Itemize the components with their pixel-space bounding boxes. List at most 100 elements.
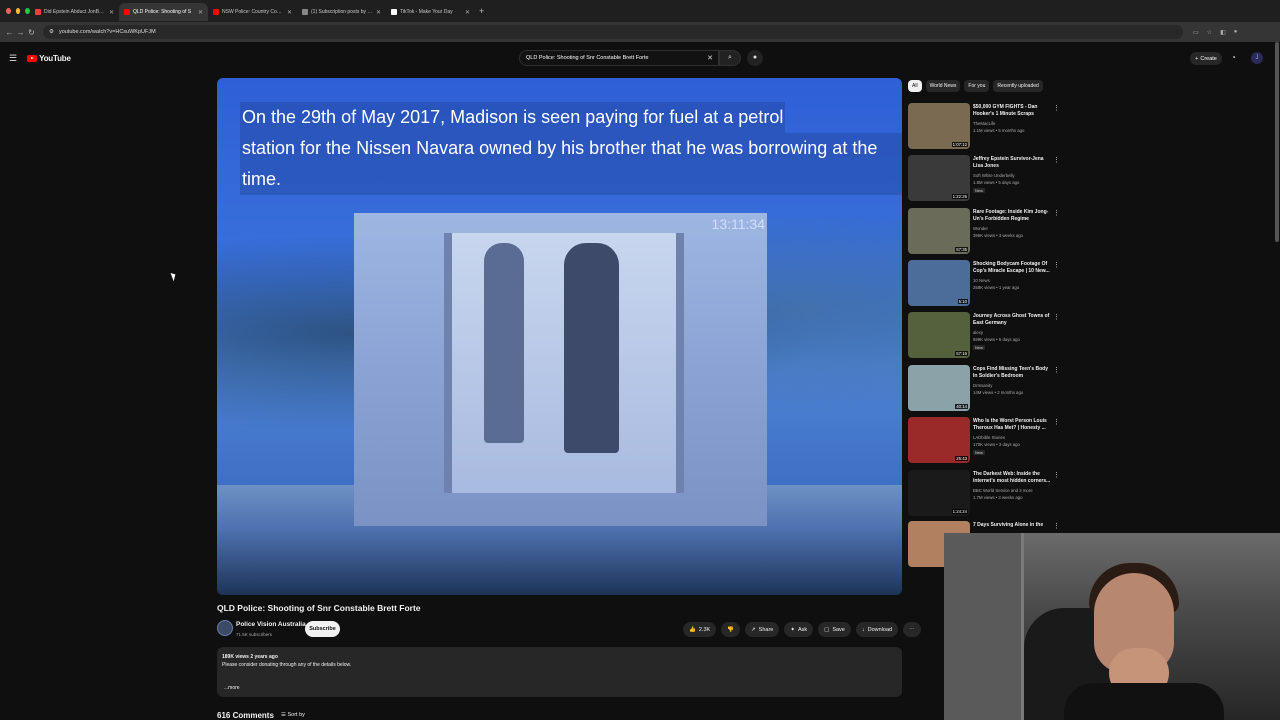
more-options-icon[interactable]: ⋮ [1053, 104, 1060, 112]
youtube-logo[interactable]: YouTube [27, 54, 71, 63]
more-options-icon[interactable]: ⋮ [1053, 366, 1060, 374]
tab-title: NSW Police: Country Cop ki [222, 9, 284, 15]
browser-tab[interactable]: (1) Subscription posts by Wr ✕ [297, 3, 386, 21]
recommendation-channel[interactable]: Wonder [973, 226, 988, 231]
recommendation-channel[interactable]: TheMacLife [973, 121, 995, 126]
tab-close-icon[interactable]: ✕ [376, 9, 381, 16]
tab-close-icon[interactable]: ✕ [287, 9, 292, 16]
more-options-icon[interactable]: ⋮ [1053, 209, 1060, 217]
tab-close-icon[interactable]: ✕ [465, 9, 470, 16]
dislike-button[interactable]: 👎 [721, 622, 741, 637]
save-button[interactable]: ▢ Save [818, 622, 851, 637]
browser-tab[interactable]: NSW Police: Country Cop ki ✕ [208, 3, 297, 21]
recommendation-title[interactable]: Journey Across Ghost Towns of East Germa… [973, 313, 1051, 327]
ask-button[interactable]: ✦ Ask [784, 622, 814, 637]
channel-avatar[interactable] [217, 620, 233, 636]
video-thumbnail[interactable]: 1:24:24 [908, 470, 970, 516]
recommendation-title[interactable]: Rare Footage: Inside Kim Jong-Un's Forbi… [973, 209, 1051, 223]
recommendation-title[interactable]: Shocking Bodycam Footage Of Cop's Miracl… [973, 261, 1051, 275]
video-thumbnail[interactable]: 57:16 [908, 312, 970, 358]
recommendation-item[interactable]: 7 Days Surviving Alone in the ⋮ [908, 521, 1060, 567]
recommendation-item[interactable]: 5:10 Shocking Bodycam Footage Of Cop's Mi… [908, 260, 1060, 308]
description-box[interactable]: 189K views 2 years ago Please consider d… [217, 647, 902, 697]
recommendation-title[interactable]: Jeffrey Epstein Survivor-Jena Lisa Jones [973, 156, 1051, 170]
search-button[interactable]: ⌕ [719, 50, 741, 66]
video-thumbnail[interactable]: 40:14 [908, 365, 970, 411]
filter-chip[interactable]: All [908, 80, 922, 92]
reload-icon[interactable]: ↻ [26, 28, 37, 37]
recommendation-item[interactable]: 40:14 Cops Find Missing Teen's Body In So… [908, 365, 1060, 413]
video-duration: 57:16 [955, 351, 968, 356]
video-thumbnail[interactable]: 57:35 [908, 208, 970, 254]
share-button[interactable]: ↗ Share [745, 622, 780, 637]
more-options-icon[interactable]: ⋮ [1053, 261, 1060, 269]
extensions-icon[interactable]: ◧ [1220, 29, 1226, 36]
video-thumbnail[interactable]: 1:07:12 [908, 103, 970, 149]
tab-close-icon[interactable]: ✕ [109, 9, 114, 16]
video-thumbnail[interactable]: 1:22:26 [908, 155, 970, 201]
browser-tab[interactable]: QLD Police: Shooting of S ✕ [119, 3, 208, 21]
youtube-play-icon [27, 54, 38, 62]
menu-icon[interactable]: ☰ [9, 53, 17, 64]
bookmark-star-icon[interactable]: ☆ [1207, 29, 1212, 36]
profile-icon[interactable]: ● [1234, 29, 1238, 36]
video-duration: 1:24:24 [951, 509, 968, 514]
show-more-link[interactable]: ...more [224, 684, 240, 692]
site-info-icon[interactable]: ⚙ [49, 29, 54, 35]
browser-toolbar: ← → ↻ ⚙ youtube.com/watch?v=HCsuWKpUFJM … [0, 22, 1280, 42]
video-player[interactable]: 13:11:34 On the 29th of May 2017, Madiso… [217, 78, 902, 595]
sort-comments-button[interactable]: ☰ Sort by [281, 712, 305, 718]
browser-tab[interactable]: TikTok - Make Your Day ✕ [386, 3, 475, 21]
cast-icon[interactable]: ▭ [1193, 29, 1199, 36]
recommendation-item[interactable]: 57:35 Rare Footage: Inside Kim Jong-Un's … [908, 208, 1060, 256]
recommendation-item[interactable]: 1:22:26 Jeffrey Epstein Survivor-Jena Lis… [908, 155, 1060, 203]
notifications-bell-icon[interactable]: ◔ [1231, 53, 1236, 62]
recommendation-title[interactable]: Who Is the Worst Person Louis Theroux Ha… [973, 418, 1051, 432]
recommendation-title[interactable]: 7 Days Surviving Alone in the [973, 522, 1051, 529]
voice-search-button[interactable]: ● [747, 50, 763, 66]
new-tab-button[interactable]: + [475, 6, 484, 16]
more-options-icon[interactable]: ⋮ [1053, 471, 1060, 479]
filter-chip[interactable]: World News [925, 80, 961, 92]
video-thumbnail[interactable]: 25:43 [908, 417, 970, 463]
recommendation-channel[interactable]: alexy [973, 330, 983, 335]
download-button[interactable]: ↓ Download [855, 622, 899, 637]
channel-name[interactable]: Police Vision Australia [236, 621, 306, 628]
recommendation-item[interactable]: 25:43 Who Is the Worst Person Louis Thero… [908, 417, 1060, 465]
recommendation-channel[interactable]: Soft White Underbelly [973, 173, 1015, 178]
recommendation-item[interactable]: 57:16 Journey Across Ghost Towns of East … [908, 312, 1060, 360]
forward-icon[interactable]: → [15, 28, 26, 37]
create-button[interactable]: + Create [1190, 52, 1222, 65]
recommendation-title[interactable]: The Darkest Web: Inside the internet's m… [973, 471, 1051, 485]
recommendation-item[interactable]: 1:24:24 The Darkest Web: Inside the inter… [908, 470, 1060, 518]
account-avatar[interactable]: J [1251, 52, 1263, 64]
more-options-icon[interactable]: ⋮ [1053, 156, 1060, 164]
recommendation-title[interactable]: $50,000 GYM FIGHTS - Dan Hooker's 1 Minu… [973, 104, 1051, 118]
more-actions-button[interactable]: ⋯ [903, 622, 921, 637]
page-scrollbar[interactable] [1275, 42, 1279, 242]
close-window-icon[interactable] [6, 8, 11, 14]
search-input[interactable]: QLD Police: Shooting of Snr Constable Br… [519, 50, 719, 66]
minimize-window-icon[interactable] [15, 8, 21, 14]
more-options-icon[interactable]: ⋮ [1053, 313, 1060, 321]
recommendation-channel[interactable]: 10 News [973, 278, 990, 283]
video-thumbnail[interactable]: 5:10 [908, 260, 970, 306]
browser-tab[interactable]: Did Epstein Abduct JonBenét ✕ [30, 3, 119, 21]
filter-chip[interactable]: For you [964, 80, 990, 92]
more-options-icon[interactable]: ⋮ [1053, 522, 1060, 530]
recommendation-title[interactable]: Cops Find Missing Teen's Body In Soldier… [973, 366, 1051, 380]
caption-line-1: On the 29th of May 2017, Madison is seen… [240, 102, 786, 133]
recommendation-channel[interactable]: LADbible Stories [973, 435, 1005, 440]
clear-search-icon[interactable]: ✕ [707, 54, 713, 62]
recommendation-channel[interactable]: DrInsanity [973, 383, 992, 388]
like-button[interactable]: 👍 2.3K [683, 622, 717, 637]
recommendation-channel[interactable]: BBC World Service and 2 more [973, 488, 1033, 493]
more-options-icon[interactable]: ⋮ [1053, 418, 1060, 426]
recommendation-item[interactable]: 1:07:12 $50,000 GYM FIGHTS - Dan Hooker's… [908, 103, 1060, 151]
address-bar[interactable]: ⚙ youtube.com/watch?v=HCsuWKpUFJM [43, 25, 1183, 39]
subscribe-button[interactable]: Subscribe [305, 621, 340, 637]
filter-chip[interactable]: Recently uploaded [993, 80, 1043, 92]
tab-close-icon[interactable]: ✕ [198, 9, 203, 16]
mic-icon: ● [752, 54, 758, 61]
back-icon[interactable]: ← [4, 28, 15, 37]
